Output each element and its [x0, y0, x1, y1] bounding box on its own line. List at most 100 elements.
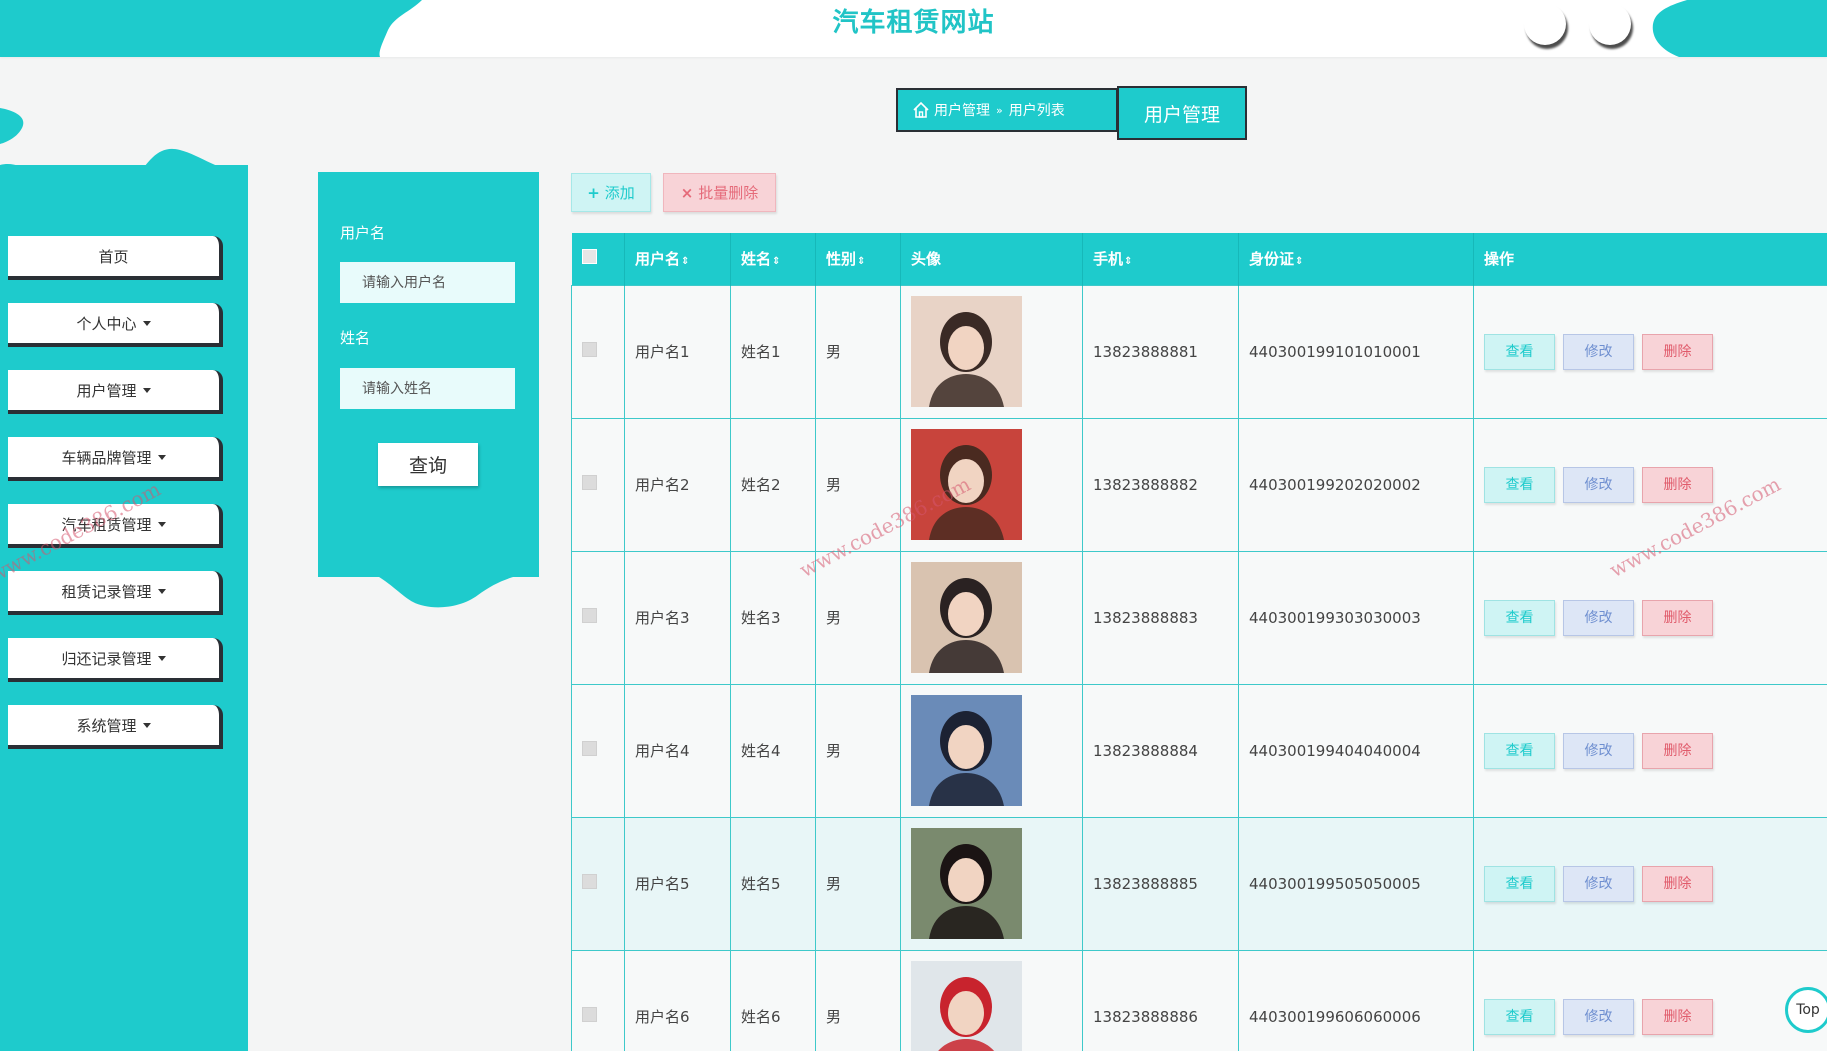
batch-delete-label: 批量删除 — [698, 184, 759, 202]
breadcrumb-separator: » — [996, 103, 1003, 117]
table-row: 用户名6 姓名6 男 13823888886 440300199606060006 查看修… — [571, 949, 1827, 1051]
phone-cell: 13823888881 — [1082, 284, 1239, 419]
phone-cell: 13823888886 — [1082, 949, 1239, 1051]
table-header-row: 用户名⇕ 姓名⇕ 性别⇕ 头像 手机⇕ 身份证⇕ 操作 — [571, 233, 1827, 285]
header-label: 操作 — [1484, 250, 1515, 269]
delete-button[interactable]: 删除 — [1642, 998, 1713, 1035]
user-avatar-button[interactable] — [1524, 3, 1566, 45]
header-id-card[interactable]: 身份证⇕ — [1238, 233, 1474, 285]
phone-cell: 13823888885 — [1082, 816, 1239, 951]
header-phone[interactable]: 手机⇕ — [1082, 233, 1239, 285]
avatar — [911, 828, 1022, 939]
id-card-cell: 440300199404040004 — [1238, 683, 1474, 818]
sidebar-item-user-management[interactable]: 用户管理 — [8, 370, 223, 414]
plus-icon: + — [587, 183, 600, 202]
sidebar-item-label: 用户管理 — [76, 381, 137, 400]
sidebar-item-rental-records[interactable]: 租赁记录管理 — [8, 571, 223, 615]
table-row: 用户名1 姓名1 男 13823888881 440300199101010001 查看修… — [571, 284, 1827, 419]
view-button[interactable]: 查看 — [1484, 466, 1555, 503]
delete-button[interactable]: 删除 — [1642, 333, 1713, 370]
avatar — [911, 296, 1022, 407]
name-search-input[interactable] — [340, 368, 515, 409]
row-checkbox[interactable] — [582, 1007, 597, 1022]
breadcrumb-current: 用户列表 — [1008, 103, 1065, 119]
username-cell: 用户名3 — [624, 550, 731, 685]
close-icon: × — [680, 183, 694, 202]
header-name[interactable]: 姓名⇕ — [730, 233, 816, 285]
row-select-cell — [571, 550, 625, 685]
view-button[interactable]: 查看 — [1484, 732, 1555, 769]
batch-delete-button[interactable]: × 批量删除 — [663, 173, 776, 212]
sidebar-item-label: 个人中心 — [76, 314, 137, 333]
avatar — [911, 695, 1022, 806]
name-label: 姓名 — [340, 329, 371, 347]
view-button[interactable]: 查看 — [1484, 333, 1555, 370]
back-to-top-button[interactable]: Top — [1785, 987, 1827, 1033]
delete-button[interactable]: 删除 — [1642, 865, 1713, 902]
id-card-cell: 440300199303030003 — [1238, 550, 1474, 685]
sidebar-item-system-management[interactable]: 系统管理 — [8, 705, 223, 749]
edit-button[interactable]: 修改 — [1563, 732, 1634, 769]
delete-button[interactable]: 删除 — [1642, 466, 1713, 503]
select-all-checkbox[interactable] — [581, 249, 597, 265]
row-select-cell — [571, 949, 625, 1051]
header-gender[interactable]: 性别⇕ — [815, 233, 901, 285]
caret-down-icon — [142, 320, 151, 326]
user-table: 用户名⇕ 姓名⇕ 性别⇕ 头像 手机⇕ 身份证⇕ 操作 用户名1 姓名1 男 1382… — [571, 233, 1827, 1051]
sidebar-item-label: 归还记录管理 — [61, 649, 152, 668]
view-button[interactable]: 查看 — [1484, 599, 1555, 636]
view-button[interactable]: 查看 — [1484, 998, 1555, 1035]
row-checkbox[interactable] — [582, 608, 597, 623]
edit-button[interactable]: 修改 — [1563, 865, 1634, 902]
avatar-cell — [900, 550, 1083, 685]
caret-down-icon — [157, 588, 166, 594]
caret-down-icon — [157, 521, 166, 527]
search-panel: 用户名 姓名 查询 — [318, 172, 539, 577]
edit-button[interactable]: 修改 — [1563, 466, 1634, 503]
add-button[interactable]: + 添加 — [571, 173, 651, 212]
view-button[interactable]: 查看 — [1484, 865, 1555, 902]
avatar-cell — [900, 683, 1083, 818]
row-select-cell — [571, 816, 625, 951]
gender-cell: 男 — [815, 683, 901, 818]
row-checkbox[interactable] — [582, 475, 597, 490]
header-label: 用户名 — [635, 250, 681, 269]
username-search-input[interactable] — [340, 262, 515, 303]
delete-button[interactable]: 删除 — [1642, 599, 1713, 636]
header-select-all — [571, 233, 625, 285]
delete-button[interactable]: 删除 — [1642, 732, 1713, 769]
add-button-label: 添加 — [604, 184, 635, 202]
sidebar-item-return-records[interactable]: 归还记录管理 — [8, 638, 223, 682]
actions-cell: 查看 修改 删除 — [1473, 284, 1827, 419]
id-card-cell: 440300199505050005 — [1238, 816, 1474, 951]
row-checkbox[interactable] — [582, 741, 597, 756]
id-card-cell: 440300199202020002 — [1238, 417, 1474, 552]
sidebar-item-label: 租赁记录管理 — [61, 582, 152, 601]
phone-cell: 13823888883 — [1082, 550, 1239, 685]
search-panel-wave — [318, 560, 539, 608]
logout-button[interactable] — [1589, 3, 1631, 45]
id-card-cell: 440300199101010001 — [1238, 284, 1474, 419]
avatar-cell — [900, 284, 1083, 419]
row-checkbox[interactable] — [582, 342, 597, 357]
sidebar-item-home[interactable]: 首页 — [8, 236, 223, 280]
row-checkbox[interactable] — [582, 874, 597, 889]
header-avatar: 头像 — [900, 233, 1083, 285]
edit-button[interactable]: 修改 — [1563, 333, 1634, 370]
caret-down-icon — [157, 454, 166, 460]
sidebar-item-personal-center[interactable]: 个人中心 — [8, 303, 223, 347]
query-button[interactable]: 查询 — [378, 443, 478, 486]
home-icon — [913, 101, 929, 118]
sidebar-item-label: 系统管理 — [76, 716, 137, 735]
phone-cell: 13823888884 — [1082, 683, 1239, 818]
username-cell: 用户名4 — [624, 683, 731, 818]
header-username[interactable]: 用户名⇕ — [624, 233, 731, 285]
page-title: 用户管理 — [1117, 86, 1247, 140]
sort-icon: ⇕ — [1124, 256, 1133, 268]
sidebar-item-brand-management[interactable]: 车辆品牌管理 — [8, 437, 223, 481]
username-cell: 用户名1 — [624, 284, 731, 419]
breadcrumb-home-link[interactable]: 用户管理 — [934, 100, 990, 120]
edit-button[interactable]: 修改 — [1563, 599, 1634, 636]
table-row: 用户名3 姓名3 男 13823888883 440300199303030003 查看修… — [571, 550, 1827, 685]
edit-button[interactable]: 修改 — [1563, 998, 1634, 1035]
